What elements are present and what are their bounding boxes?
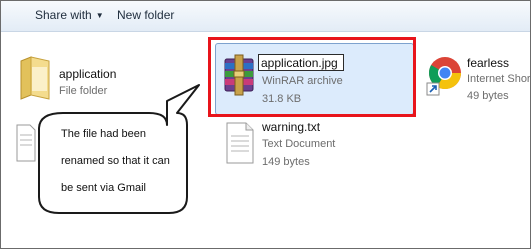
explorer-window: Share with ▼ New folder application File … — [0, 0, 531, 249]
callout-text: The file had been renamed so that it can… — [61, 128, 170, 194]
